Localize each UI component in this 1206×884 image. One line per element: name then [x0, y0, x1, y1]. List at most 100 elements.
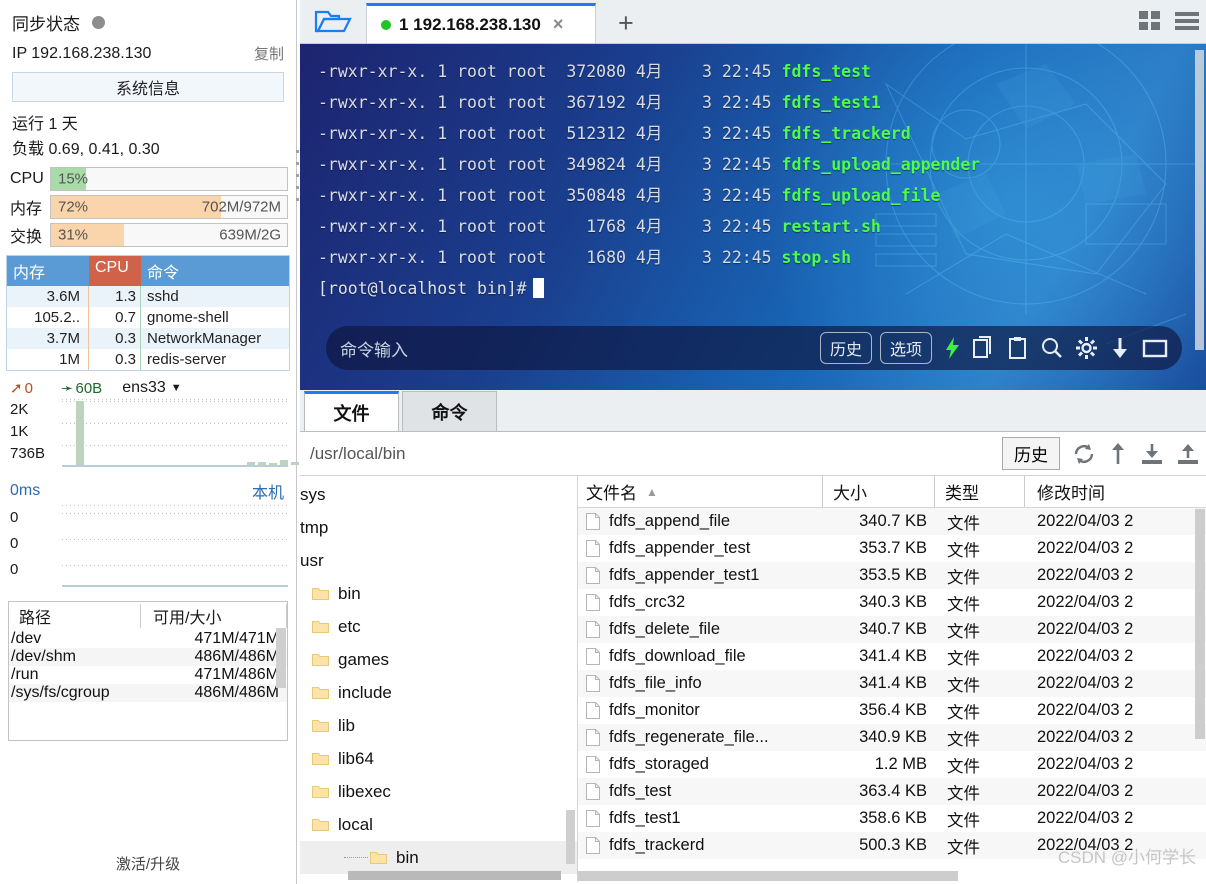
- col-size[interactable]: 大小: [823, 476, 935, 507]
- command-history-button[interactable]: 历史: [819, 332, 872, 364]
- file-row[interactable]: fdfs_trackerd 500.3 KB 文件 2022/04/03 2: [578, 832, 1206, 859]
- lightning-icon[interactable]: [944, 336, 961, 360]
- parent-directory-icon[interactable]: [1108, 442, 1128, 466]
- folder-icon: [312, 653, 329, 666]
- search-icon[interactable]: [1041, 336, 1063, 360]
- disk-table-scrollbar[interactable]: [276, 628, 286, 688]
- process-row[interactable]: 3.7M 0.3 NetworkManager: [7, 328, 289, 349]
- tree-item-etc[interactable]: etc: [300, 610, 577, 643]
- path-history-button[interactable]: 历史: [1002, 437, 1060, 470]
- tree-item-sys[interactable]: sys: [300, 478, 577, 511]
- tree-vertical-scrollbar[interactable]: [566, 810, 575, 864]
- disk-row[interactable]: /sys/fs/cgroup 486M/486M: [9, 684, 287, 702]
- process-col-mem[interactable]: 内存: [7, 256, 89, 286]
- window-icon[interactable]: [1142, 336, 1168, 360]
- command-input-bar[interactable]: 命令输入 历史 选项: [326, 326, 1182, 370]
- col-filename[interactable]: 文件名 ▲: [578, 476, 823, 507]
- resource-meters: CPU 15% 内存 72% 702M/972M 交换 31% 639M/2G: [0, 165, 296, 249]
- path-input[interactable]: /usr/local/bin: [310, 444, 1002, 464]
- disk-path: /sys/fs/cgroup: [11, 684, 110, 701]
- load-average-label: 负载 0.69, 0.41, 0.30: [12, 141, 160, 158]
- disk-row[interactable]: /dev 471M/471M: [9, 630, 287, 648]
- sort-ascending-icon: ▲: [646, 484, 658, 499]
- latency-graph: 0 0 0: [8, 505, 288, 591]
- file-row[interactable]: fdfs_regenerate_file... 340.9 KB 文件 2022/04…: [578, 724, 1206, 751]
- file-row[interactable]: fdfs_appender_test1 353.5 KB 文件 2022/04/03 …: [578, 562, 1206, 589]
- file-panel-tab-0[interactable]: 文件: [304, 391, 399, 431]
- file-name: fdfs_delete_file: [609, 620, 720, 638]
- disk-col-path[interactable]: 路径: [9, 604, 141, 628]
- close-icon[interactable]: ×: [553, 14, 564, 35]
- gear-icon[interactable]: [1075, 336, 1098, 360]
- latency-host-label[interactable]: 本机: [252, 479, 284, 503]
- process-mem: 1M: [7, 349, 89, 370]
- directory-tree[interactable]: sys tmp usr bin etc games include lib lib64 libex…: [300, 476, 578, 882]
- folder-icon: [312, 620, 329, 633]
- disk-row[interactable]: /dev/shm 486M/486M: [9, 648, 287, 666]
- command-input[interactable]: 命令输入: [340, 336, 812, 361]
- process-row[interactable]: 1M 0.3 redis-server: [7, 349, 289, 370]
- file-row[interactable]: fdfs_test1 358.6 KB 文件 2022/04/03 2: [578, 805, 1206, 832]
- refresh-icon[interactable]: [1072, 442, 1096, 466]
- tree-item-tmp[interactable]: tmp: [300, 511, 577, 544]
- file-row[interactable]: fdfs_append_file 340.7 KB 文件 2022/04/03 2: [578, 508, 1206, 535]
- tree-item-libexec[interactable]: libexec: [300, 775, 577, 808]
- file-type: 文件: [947, 838, 980, 857]
- file-row[interactable]: fdfs_storaged 1.2 MB 文件 2022/04/03 2: [578, 751, 1206, 778]
- file-name: fdfs_regenerate_file...: [609, 728, 769, 746]
- col-type[interactable]: 类型: [935, 476, 1025, 507]
- grid-layout-icon[interactable]: [1138, 8, 1164, 37]
- command-options-button[interactable]: 选项: [879, 332, 932, 364]
- tree-item-include[interactable]: include: [300, 676, 577, 709]
- tree-item-local[interactable]: local: [300, 808, 577, 841]
- arrow-down-icon: ➛: [60, 380, 74, 397]
- upload-file-icon[interactable]: [1176, 442, 1200, 466]
- tree-item-bin[interactable]: bin: [300, 841, 577, 874]
- network-interface-select[interactable]: ens33 ▼: [122, 379, 181, 397]
- file-row[interactable]: fdfs_file_info 341.4 KB 文件 2022/04/03 2: [578, 670, 1206, 697]
- meter-bar: 15%: [50, 167, 288, 191]
- file-row[interactable]: fdfs_delete_file 340.7 KB 文件 2022/04/03 2: [578, 616, 1206, 643]
- file-list-scrollbar[interactable]: [1195, 509, 1205, 739]
- tree-item-lib64[interactable]: lib64: [300, 742, 577, 775]
- file-row[interactable]: fdfs_appender_test 353.7 KB 文件 2022/04/03 2: [578, 535, 1206, 562]
- terminal-scrollbar[interactable]: [1195, 50, 1204, 350]
- process-row[interactable]: 3.6M 1.3 sshd: [7, 286, 289, 307]
- file-list-hscrollbar[interactable]: [578, 871, 958, 881]
- process-row[interactable]: 105.2.. 0.7 gnome-shell: [7, 307, 289, 328]
- open-folder-button[interactable]: [300, 0, 366, 43]
- hamburger-menu-icon[interactable]: [1174, 8, 1200, 37]
- copy-icon[interactable]: [973, 336, 996, 360]
- file-row[interactable]: fdfs_download_file 341.4 KB 文件 2022/04/03 2: [578, 643, 1206, 670]
- file-row[interactable]: fdfs_crc32 340.3 KB 文件 2022/04/03 2: [578, 589, 1206, 616]
- file-panel-tab-1[interactable]: 命令: [402, 391, 497, 431]
- download-icon[interactable]: [1110, 336, 1130, 360]
- file-row[interactable]: fdfs_monitor 356.4 KB 文件 2022/04/03 2: [578, 697, 1206, 724]
- tree-item-usr[interactable]: usr: [300, 544, 577, 577]
- col-modified-time[interactable]: 修改时间: [1025, 476, 1206, 507]
- file-icon: [586, 540, 600, 557]
- process-col-cpu[interactable]: CPU: [89, 256, 141, 286]
- disk-row[interactable]: /run 471M/486M: [9, 666, 287, 684]
- terminal-tab[interactable]: 1 192.168.238.130 ×: [366, 3, 596, 43]
- activate-upgrade-link[interactable]: 激活/升级: [0, 853, 296, 874]
- file-modified-time: 2022/04/03 2: [1037, 836, 1134, 854]
- new-tab-button[interactable]: +: [610, 8, 642, 39]
- tree-item-bin[interactable]: bin: [300, 577, 577, 610]
- file-row[interactable]: fdfs_test 363.4 KB 文件 2022/04/03 2: [578, 778, 1206, 805]
- disk-col-size[interactable]: 可用/大小: [141, 604, 287, 628]
- tree-horizontal-scrollbar[interactable]: [348, 871, 561, 880]
- file-size: 353.7 KB: [859, 539, 927, 557]
- file-manager-panel: 文件 命令 /usr/local/bin 历史 sys tmp usr bin …: [300, 390, 1206, 884]
- file-name-cell: fdfs_storaged: [578, 755, 823, 774]
- paste-icon[interactable]: [1008, 336, 1029, 360]
- file-name: fdfs_test1: [609, 809, 681, 827]
- copy-ip-button[interactable]: 复制: [254, 43, 284, 64]
- process-col-cmd[interactable]: 命令: [141, 256, 289, 286]
- terminal-output-area[interactable]: -rwxr-xr-x. 1 root root 372080 4月 3 22:4…: [300, 44, 1206, 390]
- terminal-line: -rwxr-xr-x. 1 root root 1768 4月 3 22:45 …: [318, 211, 1206, 242]
- tree-item-lib[interactable]: lib: [300, 709, 577, 742]
- tree-item-games[interactable]: games: [300, 643, 577, 676]
- system-info-button[interactable]: 系统信息: [12, 72, 284, 102]
- download-file-icon[interactable]: [1140, 442, 1164, 466]
